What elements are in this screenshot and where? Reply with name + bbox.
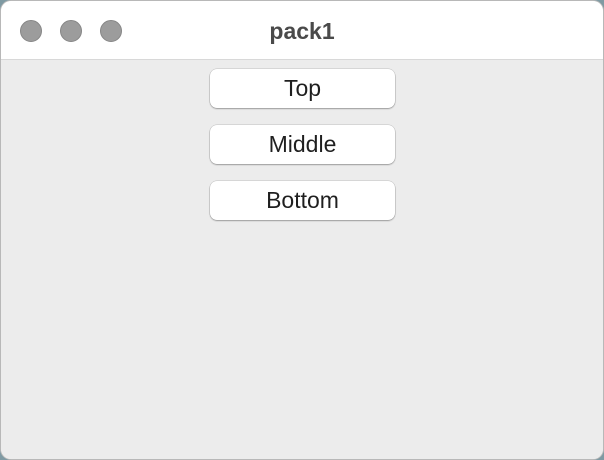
window-title: pack1 — [269, 18, 335, 44]
top-button[interactable]: Top — [210, 69, 395, 108]
window-content: Top Middle Bottom — [1, 60, 603, 459]
bottom-button[interactable]: Bottom — [210, 181, 395, 220]
middle-button[interactable]: Middle — [210, 125, 395, 164]
app-window: pack1 Top Middle Bottom — [0, 0, 604, 460]
title-bar[interactable]: pack1 — [1, 1, 603, 60]
